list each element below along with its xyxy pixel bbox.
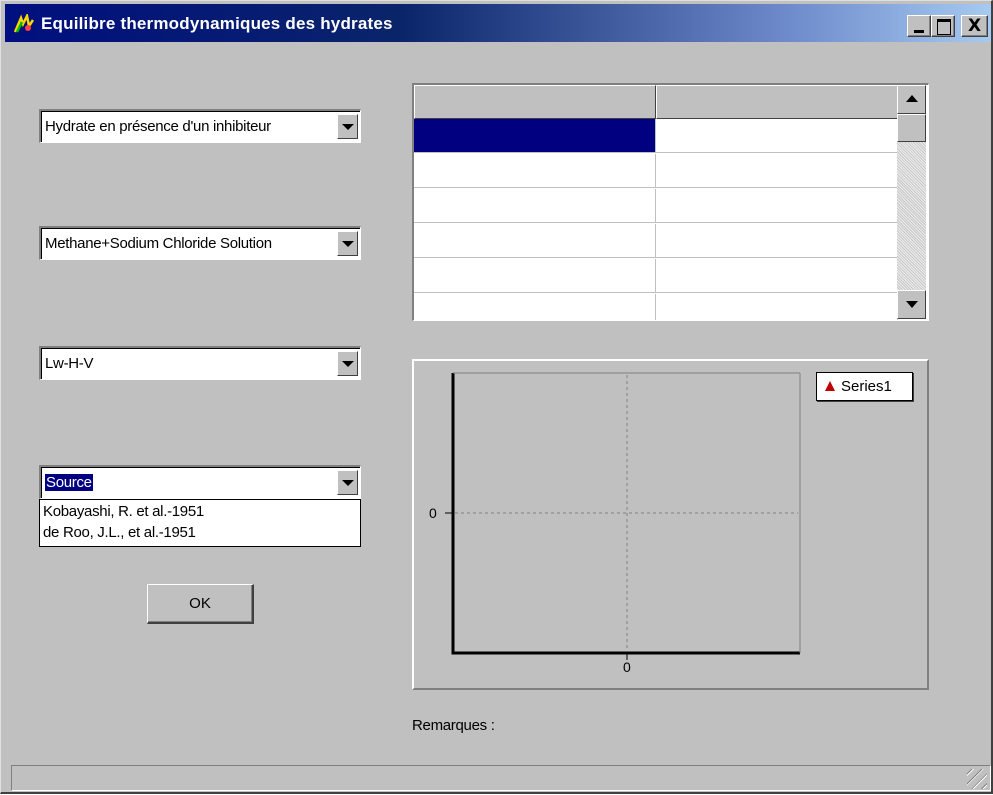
grid-cell[interactable]	[414, 294, 656, 320]
grid-cell[interactable]	[656, 189, 898, 223]
status-bar	[11, 765, 991, 791]
main-window: Equilibre thermodynamiques des hydrates …	[0, 0, 993, 794]
grid-cell[interactable]	[414, 189, 656, 223]
grid-cell[interactable]	[656, 154, 898, 188]
maximize-button[interactable]	[931, 15, 955, 37]
grid-column-header[interactable]	[656, 85, 898, 119]
grid-cell[interactable]	[414, 259, 656, 293]
legend-series-label: Series1	[841, 378, 892, 395]
grid-cell[interactable]	[414, 154, 656, 188]
list-item[interactable]: Kobayashi, R. et al.-1951	[43, 503, 204, 520]
minimize-button[interactable]	[907, 15, 931, 37]
data-grid[interactable]	[412, 83, 929, 321]
close-icon: X	[968, 16, 982, 36]
source-combo[interactable]: Source	[39, 465, 361, 499]
remarks-label: Remarques :	[412, 717, 495, 734]
source-dropdown-list[interactable]: Kobayashi, R. et al.-1951 de Roo, J.L., …	[39, 499, 361, 547]
list-item[interactable]: de Roo, J.L., et al.-1951	[43, 524, 196, 541]
chevron-down-icon[interactable]	[337, 470, 358, 495]
grid-cell[interactable]	[656, 294, 898, 320]
grid-cell[interactable]	[414, 119, 656, 153]
grid-cell[interactable]	[656, 119, 898, 153]
grid-cell[interactable]	[656, 259, 898, 293]
title-bar[interactable]: Equilibre thermodynamiques des hydrates …	[5, 4, 991, 42]
scroll-thumb[interactable]	[897, 114, 926, 142]
grid-column-header[interactable]	[414, 85, 656, 119]
source-value[interactable]: Source	[45, 474, 93, 491]
close-button[interactable]: X	[961, 15, 988, 37]
system-combo[interactable]: Methane+Sodium Chloride Solution	[39, 226, 361, 260]
hydrate-type-value: Hydrate en présence d'un inhibiteur	[45, 118, 271, 135]
hydrate-app-icon[interactable]	[13, 12, 35, 34]
chevron-down-icon[interactable]	[337, 231, 358, 256]
grid-cell[interactable]	[414, 224, 656, 258]
window-title: Equilibre thermodynamiques des hydrates	[41, 14, 393, 33]
grid-vertical-scrollbar[interactable]	[897, 85, 926, 319]
hydrate-type-combo[interactable]: Hydrate en présence d'un inhibiteur	[39, 109, 361, 143]
scroll-down-icon[interactable]	[897, 290, 926, 319]
chart-legend: Series1	[816, 372, 913, 401]
phase-combo[interactable]: Lw-H-V	[39, 346, 361, 380]
chevron-down-icon[interactable]	[337, 351, 358, 376]
grid-cell[interactable]	[656, 224, 898, 258]
ok-button[interactable]: OK	[147, 584, 254, 624]
system-value: Methane+Sodium Chloride Solution	[45, 235, 272, 252]
resize-grip-icon[interactable]	[967, 769, 987, 789]
scroll-up-icon[interactable]	[897, 85, 926, 114]
chevron-down-icon[interactable]	[337, 114, 358, 139]
triangle-marker-icon	[825, 381, 835, 391]
chart-panel	[412, 359, 929, 690]
phase-value: Lw-H-V	[45, 355, 94, 372]
